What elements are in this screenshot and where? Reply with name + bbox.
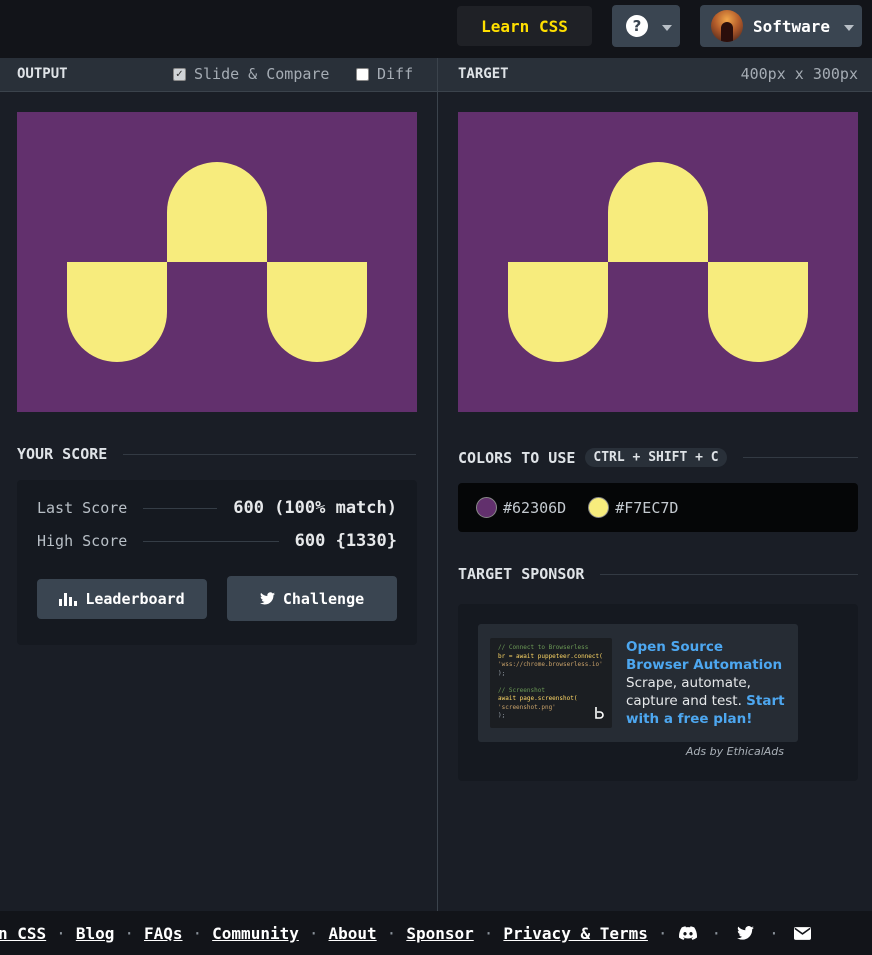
ad-body: Scrape, automate, capture and test. [626,675,751,709]
chevron-down-icon [844,24,855,31]
output-left-semicircle [67,262,167,362]
twitter-icon[interactable] [735,924,755,942]
code-line: await page.screenshot( [498,695,578,702]
colors-heading: COLORS TO USE CTRL + SHIFT + C [458,448,858,467]
top-bar: Learn CSS ? Software [0,0,872,58]
leaderboard-button[interactable]: Leaderboard [37,579,207,619]
ad-text[interactable]: Open Source Browser Automation Scrape, a… [626,638,786,728]
color-swatch[interactable] [476,497,497,518]
user-name: Software [753,16,831,36]
diff-toggle[interactable]: Diff [356,65,413,83]
chevron-down-icon [662,24,672,31]
target-dimensions: 400px x 300px [740,65,858,83]
score-heading-text: YOUR SCORE [17,445,108,463]
target-panel-header: TARGET 400px x 300px [438,58,872,92]
colors-card: #62306D #F7EC7D [458,483,858,532]
sponsor-heading: TARGET SPONSOR [458,565,858,583]
divider [143,507,218,509]
footer-link-privacy-terms[interactable]: Privacy & Terms [503,924,648,943]
high-score-label: High Score [37,532,128,550]
footer-link-faqs[interactable]: FAQs [144,924,183,943]
ad-image[interactable]: // Connect to Browserless br = await pup… [490,638,612,728]
panel-divider [437,58,438,911]
learn-css-label: Learn CSS [481,16,568,36]
color-swatch[interactable] [588,497,610,518]
ad-headline-link[interactable]: Open Source Browser Automation [626,639,782,673]
colors-heading-text: COLORS TO USE [458,448,576,467]
slide-compare-checkbox[interactable]: ✓ [173,67,186,81]
sponsor-card: // Connect to Browserless br = await pup… [458,604,858,781]
last-score-value: 600 (100% match) [233,498,397,518]
color-hex[interactable]: #62306D [503,499,566,517]
score-heading: YOUR SCORE [17,445,416,463]
ads-by-ethicalads[interactable]: Ads by EthicalAds [686,745,784,758]
code-line: // Screenshot [498,686,545,694]
challenge-button[interactable]: Challenge [227,576,397,621]
separator: · [483,923,494,943]
target-top-semicircle [608,162,708,262]
learn-css-button[interactable]: Learn CSS [457,6,592,46]
score-card: Last Score 600 (100% match) High Score 6… [17,480,417,645]
footer-link-about[interactable]: About [329,924,377,943]
code-line: 'screenshot.png' [498,703,556,711]
leaderboard-label: Leaderboard [85,590,185,608]
divider [123,453,416,455]
color-swatch-item[interactable]: #F7EC7D [588,497,678,518]
last-score-row: Last Score 600 (100% match) [37,498,397,518]
slide-compare-toggle[interactable]: ✓ Slide & Compare [173,65,329,83]
separator: · [56,923,66,943]
separator: · [192,923,203,943]
target-canvas [458,112,858,412]
help-icon: ? [626,15,648,37]
target-title: TARGET [458,66,509,82]
divider [742,457,858,458]
output-right-semicircle [267,262,367,362]
last-score-label: Last Score [37,499,128,517]
diff-checkbox[interactable] [356,67,369,81]
separator: · [386,923,397,943]
sponsor-heading-text: TARGET SPONSOR [458,565,585,583]
separator: · [657,923,668,943]
shortcut-badge: CTRL + SHIFT + C [585,448,727,467]
code-line: ); [498,669,506,677]
color-swatch-item[interactable]: #62306D [476,497,566,518]
browserless-logo-icon [595,707,604,719]
divider [600,573,858,575]
separator: · [769,923,779,943]
twitter-icon [259,592,275,605]
diff-label: Diff [377,65,414,83]
output-top-semicircle [167,162,267,262]
ad-box[interactable]: // Connect to Browserless br = await pup… [478,624,798,742]
target-right-semicircle [708,262,808,362]
output-title: OUTPUT [17,66,68,82]
user-menu-button[interactable]: Software [700,5,862,47]
footer-link-learn-css[interactable]: n CSS [0,924,46,943]
code-line: br = await puppeteer.connect( [498,652,603,660]
slide-compare-label: Slide & Compare [194,65,330,83]
help-menu-button[interactable]: ? [612,5,680,47]
mail-icon[interactable] [793,924,813,942]
target-left-semicircle [508,262,608,362]
high-score-row: High Score 600 {1330} [37,531,397,551]
high-score-value: 600 {1330} [294,531,397,551]
code-line: 'wss://chrome.browserless.io' [498,661,603,668]
code-line: ); [498,712,506,719]
color-hex[interactable]: #F7EC7D [615,499,678,517]
bar-chart-icon [59,592,78,606]
separator: · [308,923,319,943]
challenge-label: Challenge [282,589,365,608]
footer-link-community[interactable]: Community [212,924,299,943]
footer: n CSS · Blog · FAQs · Community · About … [0,911,872,955]
discord-icon[interactable] [678,924,698,942]
avatar [711,10,743,42]
separator: · [711,923,722,943]
footer-link-blog[interactable]: Blog [76,924,115,943]
output-canvas[interactable] [17,112,417,412]
footer-link-sponsor[interactable]: Sponsor [406,924,473,943]
divider [143,540,279,542]
code-line: // Connect to Browserless [498,644,589,651]
separator: · [124,923,134,943]
output-panel-header: OUTPUT ✓ Slide & Compare Diff [0,58,437,92]
